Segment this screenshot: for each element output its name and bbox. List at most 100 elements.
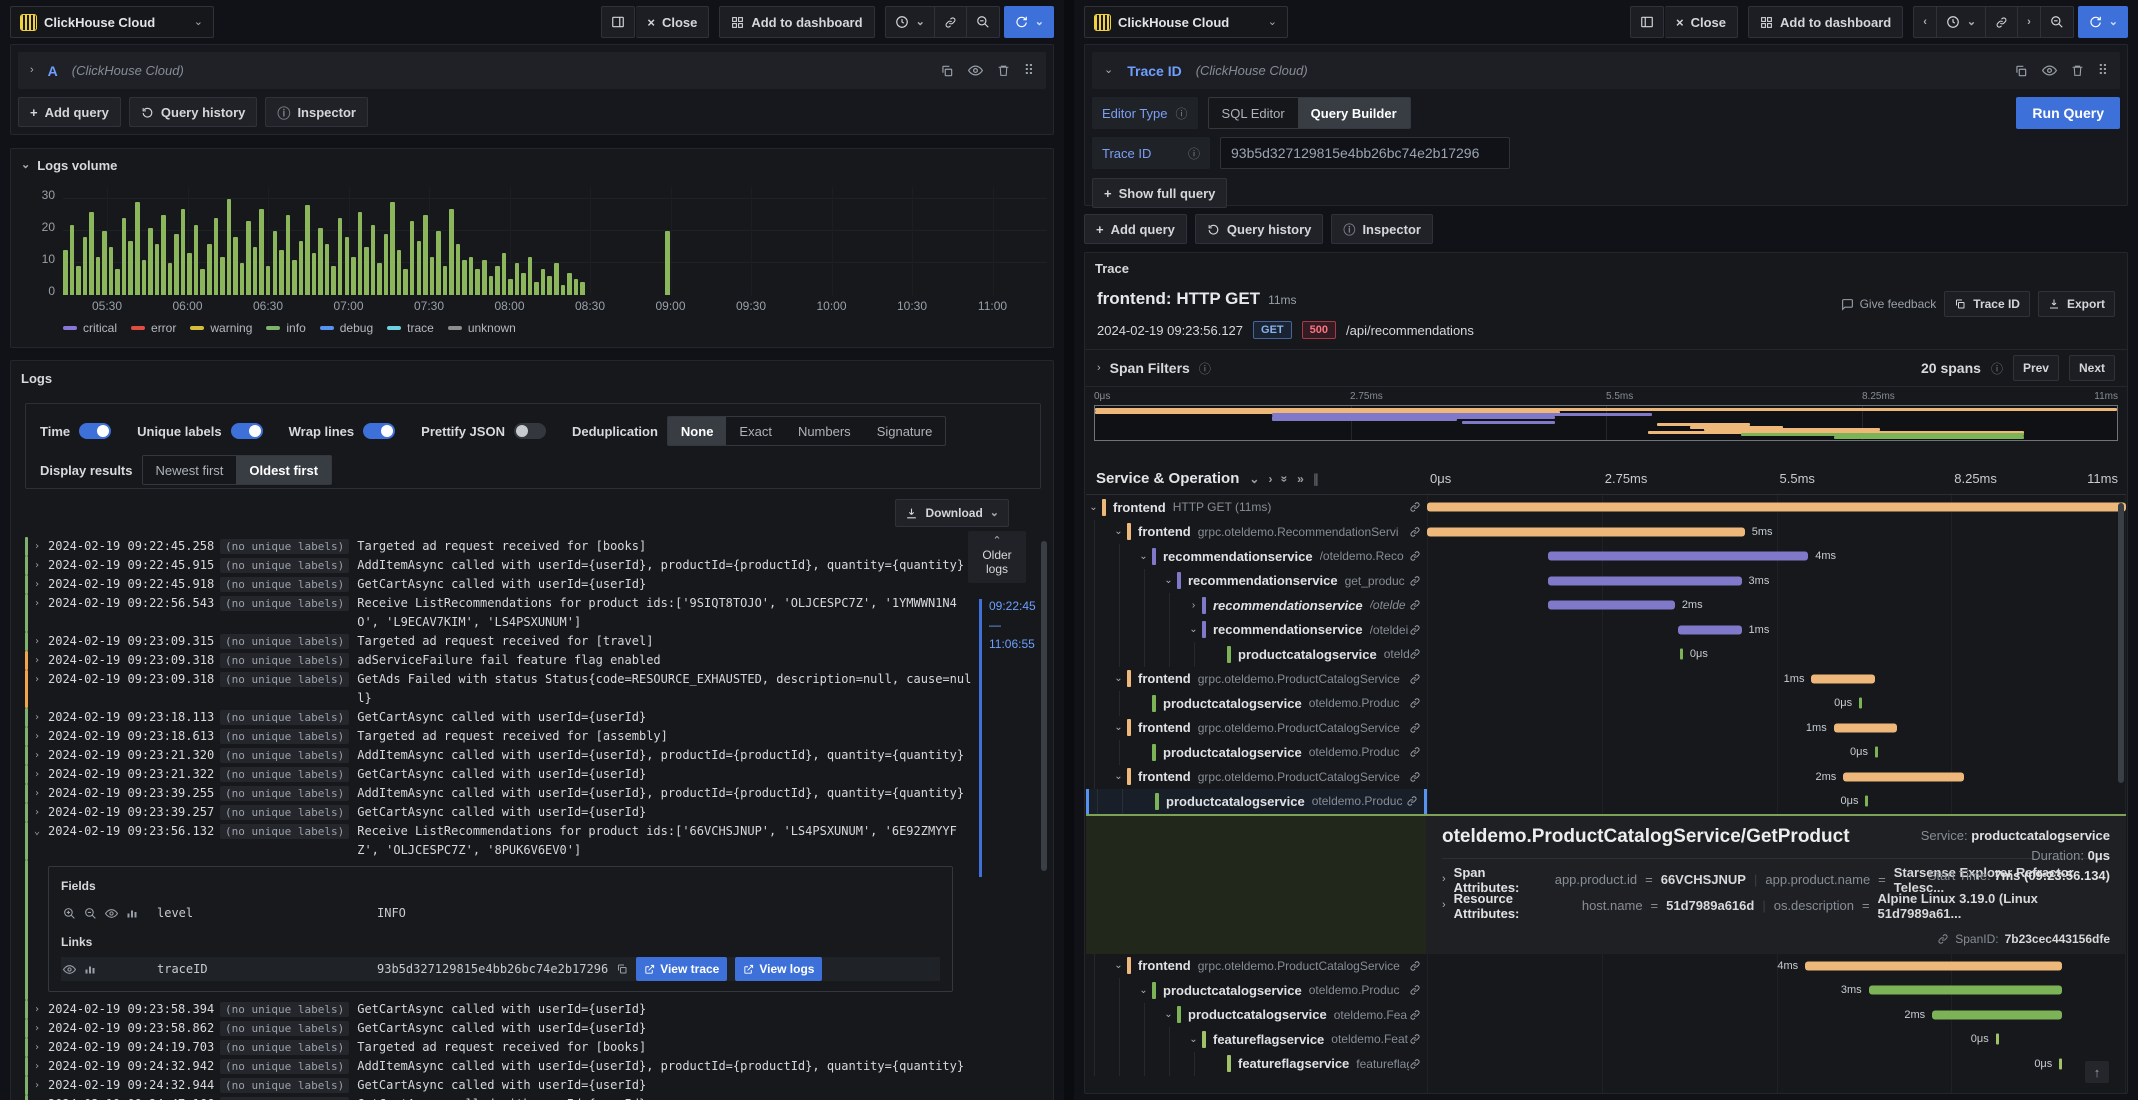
close-split-button[interactable]: × Close bbox=[1665, 6, 1738, 38]
chevron-right-icon[interactable]: › bbox=[1097, 362, 1101, 374]
span-name-cell[interactable]: ⌄ frontend grpc.oteldemo.ProductCatalogSer… bbox=[1086, 715, 1427, 740]
legend-item-info[interactable]: info bbox=[266, 321, 306, 335]
span-name-cell[interactable]: ⌄ recommendationservice/oteldemo.Reco bbox=[1086, 544, 1427, 569]
log-row[interactable]: › 2024-02-19 09:22:45.258 (no unique label… bbox=[25, 537, 975, 556]
time-shift-left-button[interactable]: ‹ bbox=[1913, 6, 1937, 38]
run-query-button[interactable]: Run Query bbox=[2016, 97, 2120, 129]
legend-item-critical[interactable]: critical bbox=[63, 321, 117, 335]
older-logs-button[interactable]: ⌃ Older logs bbox=[968, 531, 1026, 583]
span-row[interactable]: productcatalogservice oteldemo.Produc 0μs bbox=[1086, 789, 2126, 814]
log-row[interactable]: › 2024-02-19 09:23:21.322 (no unique label… bbox=[25, 765, 975, 784]
log-row[interactable]: › 2024-02-19 09:23:09.318 (no unique label… bbox=[25, 670, 975, 708]
span-name-cell[interactable]: ⌄ featureflagservice oteldemo.Feat bbox=[1086, 1027, 1427, 1052]
span-name-cell[interactable]: ⌄ frontend grpc.oteldemo.RecommendationSer… bbox=[1086, 519, 1427, 544]
chevron-down-icon[interactable]: ⌄ bbox=[1186, 624, 1201, 635]
span-row[interactable]: productcatalogservice oteldemo.Produc 0μs bbox=[1086, 740, 2126, 765]
add-query-button[interactable]: + Add query bbox=[18, 97, 121, 127]
span-link-icon[interactable] bbox=[1409, 1033, 1427, 1045]
chevron-down-icon[interactable]: ⌄ bbox=[34, 822, 48, 841]
span-name-cell[interactable]: ⌄ productcatalogservice oteldemo.Fea bbox=[1086, 1002, 1427, 1027]
span-timeline-cell[interactable]: 0μs bbox=[1427, 691, 2126, 716]
log-row[interactable]: › 2024-02-19 09:23:09.315 (no unique label… bbox=[25, 632, 975, 651]
add-to-dashboard-button[interactable]: Add to dashboard bbox=[1748, 6, 1904, 38]
span-timeline-cell[interactable]: 0μs bbox=[1427, 642, 2126, 667]
span-link-icon[interactable] bbox=[1409, 771, 1427, 783]
chevron-down-icon[interactable]: ⌄ bbox=[1161, 1009, 1176, 1020]
chevron-right-icon[interactable]: › bbox=[34, 651, 48, 670]
span-name-cell[interactable]: productcatalogservice oteld bbox=[1086, 642, 1427, 667]
span-duration-bar[interactable] bbox=[1805, 961, 2063, 971]
span-duration-bar[interactable] bbox=[1427, 502, 2126, 512]
span-link-icon[interactable] bbox=[1409, 697, 1427, 709]
chevron-right-icon[interactable]: › bbox=[34, 727, 48, 746]
span-link-icon[interactable] bbox=[1409, 1058, 1427, 1070]
legend-item-debug[interactable]: debug bbox=[319, 321, 373, 335]
log-row[interactable]: › 2024-02-19 09:23:18.613 (no unique label… bbox=[25, 727, 975, 746]
span-link-icon[interactable] bbox=[1406, 795, 1424, 807]
logs-volume-chart[interactable] bbox=[63, 187, 1047, 295]
editor-type-option-sql-editor[interactable]: SQL Editor bbox=[1209, 98, 1298, 128]
span-timeline-cell[interactable]: 2ms bbox=[1427, 765, 2126, 790]
span-row[interactable]: ⌄ frontend grpc.oteldemo.ProductCatalogSer… bbox=[1086, 953, 2126, 978]
span-timeline-cell[interactable]: 2ms bbox=[1427, 1003, 2126, 1028]
info-icon[interactable]: ⓘ bbox=[1188, 145, 1200, 162]
span-row[interactable]: productcatalogservice oteldemo.Produc 0μs bbox=[1086, 691, 2126, 716]
copy-icon[interactable] bbox=[616, 963, 628, 975]
span-link-icon[interactable] bbox=[1409, 648, 1427, 660]
span-timeline-cell[interactable]: 3ms bbox=[1427, 569, 2126, 594]
editor-type-option-query-builder[interactable]: Query Builder bbox=[1297, 98, 1410, 128]
span-timeline-cell[interactable]: 0μs bbox=[1427, 1027, 2126, 1052]
zoom-out-time-button[interactable] bbox=[2039, 6, 2074, 38]
add-query-button[interactable]: + Add query bbox=[1084, 214, 1187, 244]
trace-id-button[interactable]: Trace ID bbox=[1944, 291, 2030, 317]
split-pane-button[interactable] bbox=[1630, 6, 1664, 38]
chevron-down-icon[interactable]: ⌄ bbox=[1111, 722, 1126, 733]
span-timeline-cell[interactable]: 3ms bbox=[1427, 978, 2126, 1003]
chevron-right-icon[interactable]: › bbox=[34, 594, 48, 613]
chevron-down-icon[interactable]: ⌄ bbox=[1111, 526, 1126, 537]
eye-icon[interactable] bbox=[2041, 63, 2057, 78]
collapse-one-icon[interactable]: ⌄ bbox=[1249, 472, 1259, 486]
span-duration-bar[interactable] bbox=[1859, 697, 1863, 709]
span-filters-label[interactable]: Span Filters bbox=[1110, 360, 1190, 376]
zoom-out-filter-icon[interactable] bbox=[84, 907, 97, 920]
span-row[interactable]: ⌄ frontend grpc.oteldemo.ProductCatalogSer… bbox=[1086, 715, 2126, 740]
span-name-cell[interactable]: productcatalogservice oteldemo.Produc bbox=[1086, 789, 1427, 814]
span-link-icon[interactable] bbox=[1409, 1009, 1427, 1021]
column-resize-handle[interactable]: ∥ bbox=[1313, 472, 1319, 486]
view-logs-button[interactable]: View logs bbox=[735, 957, 823, 981]
give-feedback-link[interactable]: Give feedback bbox=[1841, 297, 1936, 311]
eye-icon[interactable] bbox=[63, 963, 76, 976]
legend-item-unknown[interactable]: unknown bbox=[447, 321, 516, 335]
zoom-in-filter-icon[interactable] bbox=[63, 907, 76, 920]
span-row[interactable]: ⌄ frontend grpc.oteldemo.ProductCatalogSer… bbox=[1086, 764, 2126, 790]
span-duration-bar[interactable] bbox=[1874, 746, 1878, 758]
legend-item-warning[interactable]: warning bbox=[190, 321, 252, 335]
span-link-icon[interactable] bbox=[1409, 984, 1427, 996]
span-duration-bar[interactable] bbox=[1868, 985, 2063, 995]
span-row[interactable]: ⌄ productcatalogservice oteldemo.Produc 3ms bbox=[1086, 978, 2126, 1003]
log-row[interactable]: › 2024-02-19 09:23:39.255 (no unique label… bbox=[25, 784, 975, 803]
share-link-button[interactable] bbox=[933, 6, 967, 38]
stats-icon[interactable] bbox=[126, 907, 138, 919]
query-history-button[interactable]: Query history bbox=[1194, 214, 1324, 244]
chevron-down-icon[interactable]: ⌄ bbox=[1086, 502, 1101, 513]
log-row[interactable]: › 2024-02-19 09:24:32.944 (no unique label… bbox=[25, 1076, 975, 1095]
chevron-right-icon[interactable]: › bbox=[34, 1019, 48, 1038]
span-link-icon[interactable] bbox=[1409, 550, 1427, 562]
collapse-all-icon[interactable]: » bbox=[1278, 475, 1292, 482]
close-split-button[interactable]: × Close bbox=[636, 6, 710, 38]
span-timeline-cell[interactable]: 0μs bbox=[1427, 740, 2126, 765]
query-row-header[interactable]: › A (ClickHouse Cloud) ⠿ bbox=[18, 52, 1046, 89]
span-timeline-cell[interactable]: 5ms bbox=[1427, 520, 2126, 545]
trace-id-input[interactable]: 93b5d327129815e4bb26bc74e2b17296 bbox=[1220, 137, 1510, 169]
query-history-button[interactable]: Query history bbox=[128, 97, 258, 127]
dedup-option-signature[interactable]: Signature bbox=[864, 417, 946, 445]
log-row[interactable]: › 2024-02-19 09:23:58.862 (no unique label… bbox=[25, 1019, 975, 1038]
inspector-button[interactable]: ⓘ Inspector bbox=[265, 97, 368, 127]
span-duration-bar[interactable] bbox=[1427, 527, 1745, 537]
expand-one-icon[interactable]: › bbox=[1268, 472, 1272, 486]
span-id-row[interactable]: SpanID: 7b23cec443156dfe bbox=[1937, 932, 2110, 946]
chevron-right-icon[interactable]: › bbox=[34, 1057, 48, 1076]
chevron-down-icon[interactable]: ⌄ bbox=[1186, 1034, 1201, 1045]
